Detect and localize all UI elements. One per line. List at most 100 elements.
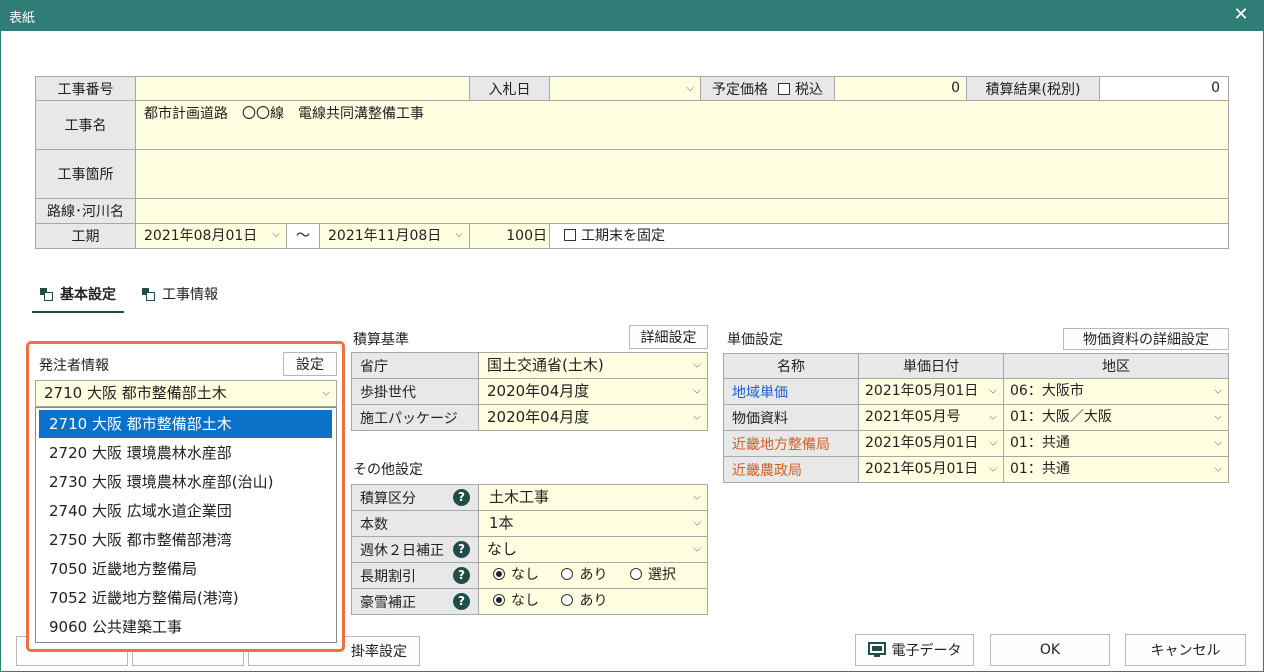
tanka-date-value: 2021年05月01日 (865, 461, 979, 477)
choki-ari-radio[interactable]: あり (561, 567, 607, 583)
shukyu-label-cell: 週休２日補正? (351, 536, 479, 563)
tanka-row-area-select[interactable]: 01：大阪／大阪 ⌵ (1003, 404, 1229, 431)
tab-basic[interactable]: 基本設定 (32, 284, 124, 313)
choki-sentaku-radio[interactable]: 選択 (629, 567, 676, 583)
koki-start-select[interactable]: 2021年08月01日 ⌵ (135, 223, 287, 249)
dropdown-option[interactable]: 9060 公共建築工事 (39, 613, 332, 641)
chevron-down-icon: ⌵ (693, 358, 701, 370)
chevron-down-icon: ⌵ (272, 228, 280, 240)
koki-tilde: ～ (286, 223, 320, 249)
sekisan-kubun-select[interactable]: 土木工事 ⌵ (478, 484, 708, 511)
bukka-detail-button[interactable]: 物価資料の詳細設定 (1063, 328, 1229, 350)
client-settings-label: 設定 (296, 357, 324, 373)
gosetsu-radio-group: なし あり (478, 588, 708, 615)
bugake-select[interactable]: 2020年04月度 ⌵ (478, 378, 708, 405)
tanka-area-value: 01：共通 (1010, 461, 1070, 477)
tab-icon (40, 288, 53, 301)
tanka-row-date-select[interactable]: 2021年05月01日 ⌵ (858, 456, 1004, 483)
denshi-data-label: 電子データ (891, 643, 962, 659)
sekou-package-value: 2020年04月度 (487, 408, 590, 426)
koki-start-value: 2021年08月01日 (144, 228, 258, 244)
choki-nashi-radio[interactable]: なし (493, 567, 539, 583)
koji-mei-value: 都市計画道路 〇〇線 電線共同溝整備工事 (144, 106, 424, 122)
zeikomi-checkbox[interactable]: 税込 (778, 79, 823, 99)
tanka-row-date-select[interactable]: 2021年05月号 ⌵ (858, 404, 1004, 431)
tanka-area-value: 06：大阪市 (1010, 383, 1084, 399)
client-panel: 発注者情報 設定 2710 大阪 都市整備部土木 ⌵ 2710 大阪 都市整備部土… (26, 341, 345, 652)
client-select[interactable]: 2710 大阪 都市整備部土木 ⌵ (35, 380, 337, 407)
cancel-button[interactable]: キャンセル (1125, 634, 1246, 666)
close-icon[interactable]: ✕ (1232, 4, 1250, 25)
tanka-row-date-select[interactable]: 2021年05月01日 ⌵ (858, 430, 1004, 457)
tanka-row-area-select[interactable]: 06：大阪市 ⌵ (1003, 378, 1229, 405)
chevron-down-icon: ⌵ (322, 386, 330, 398)
shukyu-select[interactable]: なし ⌵ (478, 536, 708, 563)
dropdown-option[interactable]: 2710 大阪 都市整備部土木 (39, 410, 332, 438)
nyusatsu-date-select[interactable]: ⌵ (549, 76, 701, 101)
koji-mei-input[interactable]: 都市計画道路 〇〇線 電線共同溝整備工事 (135, 100, 1229, 150)
title-bar: 表紙 ✕ (0, 0, 1264, 31)
chevron-down-icon: ⌵ (686, 82, 694, 94)
tanka-row-name[interactable]: 近畿農政局 (723, 456, 859, 483)
honsu-select[interactable]: 1本 ⌵ (478, 510, 708, 537)
chevron-down-icon: ⌵ (693, 384, 701, 396)
denshi-data-button[interactable]: 電子データ (855, 634, 974, 666)
sekisan-detail-button[interactable]: 詳細設定 (629, 325, 708, 349)
tab-koji-info[interactable]: 工事情報 (138, 284, 222, 313)
nyusatsu-label: 入札日 (469, 76, 550, 101)
tanka-row-name[interactable]: 近畿地方整備局 (723, 430, 859, 457)
chevron-down-icon: ⌵ (989, 384, 997, 396)
rosen-input[interactable] (135, 198, 1229, 224)
radio-selected-icon (493, 568, 505, 580)
koji-bango-input[interactable] (135, 76, 470, 101)
gosetsu-nashi-radio[interactable]: なし (493, 593, 539, 609)
yotei-kakaku-input[interactable]: 0 (834, 76, 967, 101)
tanka-area-value: 01：大阪／大阪 (1010, 409, 1112, 425)
bugake-label: 歩掛世代 (351, 378, 479, 405)
dropdown-option[interactable]: 7050 近畿地方整備局 (39, 555, 332, 583)
help-icon[interactable]: ? (453, 541, 470, 558)
choki-label: 長期割引 (360, 568, 416, 585)
chevron-down-icon: ⌵ (989, 462, 997, 474)
tanka-row-area-select[interactable]: 01：共通 ⌵ (1003, 456, 1229, 483)
sekisan-kijun-title: 積算基準 (353, 332, 409, 348)
ok-button[interactable]: OK (990, 634, 1110, 666)
dropdown-option[interactable]: 2750 大阪 都市整備部港湾 (39, 526, 332, 554)
client-settings-button[interactable]: 設定 (283, 352, 337, 376)
dropdown-option[interactable]: 2730 大阪 環境農林水産部(治山) (39, 468, 332, 496)
help-icon[interactable]: ? (453, 593, 470, 610)
shocho-label: 省庁 (351, 352, 479, 379)
koji-kasho-input[interactable] (135, 149, 1229, 199)
shukyu-value: なし (487, 540, 518, 558)
sekisan-kubun-label: 積算区分 (360, 490, 416, 507)
tanka-header-name: 名称 (723, 353, 859, 379)
tanka-date-value: 2021年05月号 (865, 409, 961, 425)
dropdown-option[interactable]: 2720 大阪 環境農林水産部 (39, 439, 332, 467)
dropdown-option[interactable]: 7052 近畿地方整備局(港湾) (39, 584, 332, 612)
tanka-row-date-select[interactable]: 2021年05月01日 ⌵ (858, 378, 1004, 405)
choki-ari-label: あり (579, 567, 608, 583)
tab-basic-label: 基本設定 (60, 287, 116, 303)
sekou-package-select[interactable]: 2020年04月度 ⌵ (478, 404, 708, 431)
tanka-row-name: 物価資料 (723, 404, 859, 431)
radio-icon (629, 568, 642, 580)
shukyu-label: 週休２日補正 (360, 542, 444, 559)
tanka-date-value: 2021年05月01日 (865, 383, 979, 399)
koki-end-select[interactable]: 2021年11月08日 ⌵ (319, 223, 470, 249)
shocho-select[interactable]: 国土交通省(土木) ⌵ (478, 352, 708, 379)
gosetsu-ari-radio[interactable]: あり (561, 593, 607, 609)
honsu-value: 1本 (489, 514, 514, 532)
koki-days[interactable]: 100日 (469, 223, 550, 249)
other-title: その他設定 (353, 462, 423, 478)
radio-icon (561, 568, 574, 580)
tanka-header-area: 地区 (1003, 353, 1229, 379)
chevron-down-icon: ⌵ (693, 516, 701, 528)
rosen-label: 路線･河川名 (35, 198, 136, 224)
help-icon[interactable]: ? (453, 567, 470, 584)
help-icon[interactable]: ? (453, 489, 470, 506)
dropdown-option[interactable]: 2740 大阪 広域水道企業団 (39, 497, 332, 525)
tanka-row-area-select[interactable]: 01：共通 ⌵ (1003, 430, 1229, 457)
yotei-kakaku-header: 予定価格 税込 (700, 76, 835, 101)
tanka-row-name[interactable]: 地域単価 (723, 378, 859, 405)
koki-fix-checkbox[interactable]: 工期末を固定 (549, 223, 1229, 249)
